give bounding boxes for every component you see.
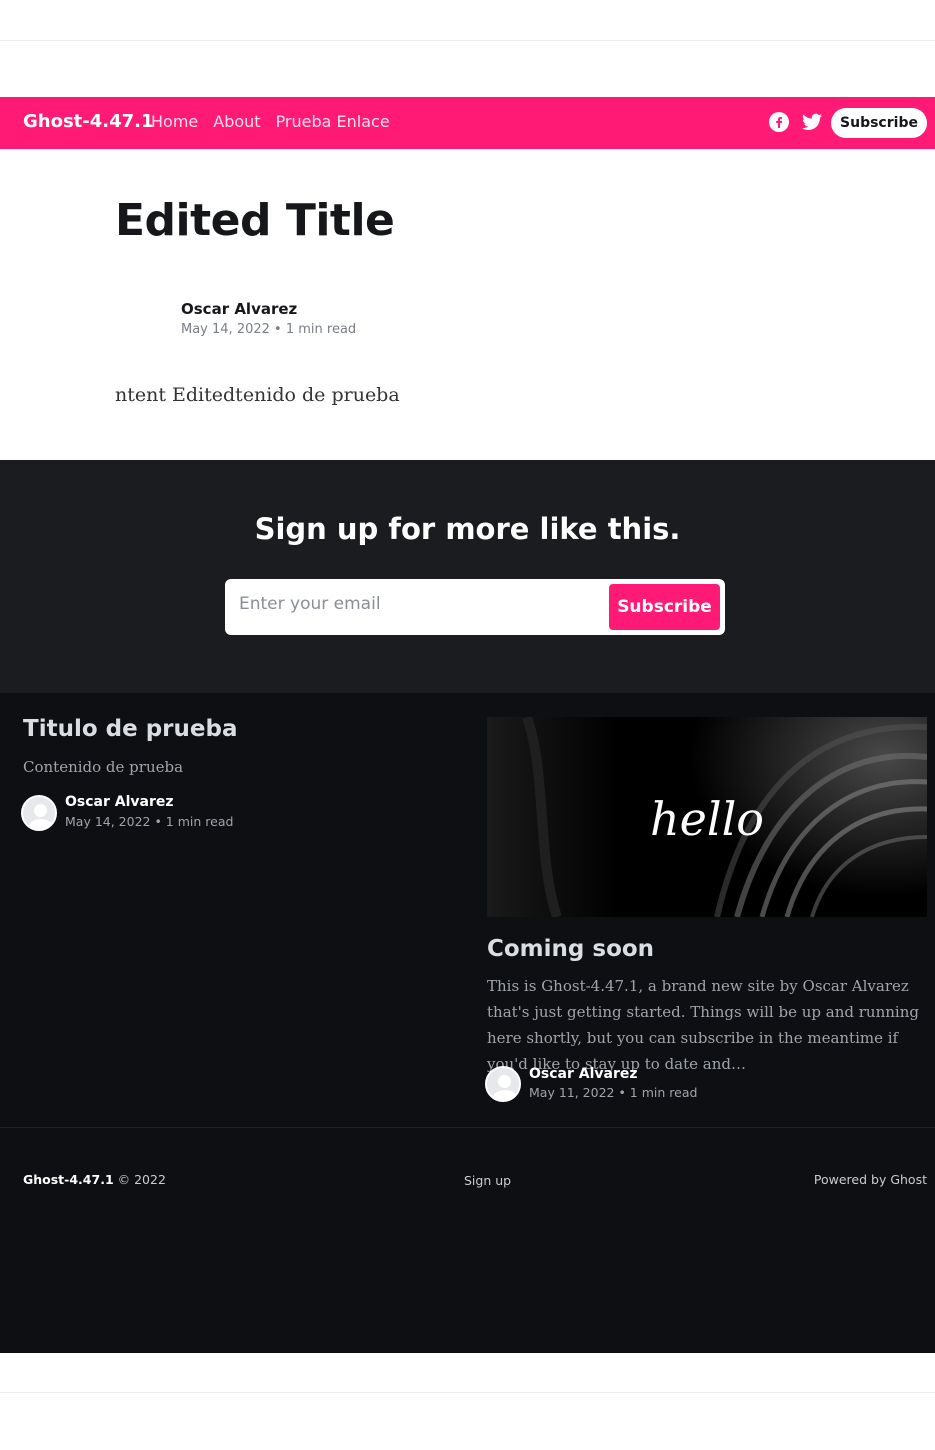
bottom-divider (0, 1392, 935, 1393)
site-header: Ghost-4.47.1 Home About Prueba Enlace Su… (0, 97, 935, 149)
footer-copyright: Ghost-4.47.1 © 2022 (23, 1172, 166, 1187)
top-divider (0, 40, 935, 41)
post-content: ntent Editedtenido de prueba (115, 384, 400, 406)
related-post-author-2[interactable]: Oscar Alvarez (529, 1066, 638, 1082)
email-input[interactable]: Enter your email (239, 594, 381, 614)
cta-title: Sign up for more like this. (254, 512, 681, 546)
twitter-icon[interactable] (801, 111, 823, 133)
related-post-title-2[interactable]: Coming soon (487, 936, 654, 962)
feature-image[interactable]: hello (487, 717, 927, 917)
signup-cta: Sign up for more like this. Enter your e… (0, 460, 935, 693)
avatar[interactable] (21, 795, 57, 831)
related-posts: Titulo de prueba Contenido de prueba Osc… (0, 693, 935, 1127)
main-nav: Home About Prueba Enlace (151, 112, 405, 131)
header-subscribe-button[interactable]: Subscribe (831, 108, 927, 138)
nav-item-home[interactable]: Home (151, 112, 198, 131)
facebook-icon[interactable] (768, 111, 790, 133)
related-post-author[interactable]: Oscar Alvarez (65, 794, 174, 810)
footer-signup-link[interactable]: Sign up (464, 1173, 511, 1188)
nav-item-about[interactable]: About (213, 112, 260, 131)
footer-copyright-year: © 2022 (117, 1172, 166, 1187)
nav-item-prueba-enlace[interactable]: Prueba Enlace (276, 112, 390, 131)
post-author-link[interactable]: Oscar Alvarez (181, 300, 297, 318)
cta-subscribe-button[interactable]: Subscribe (609, 584, 720, 630)
related-post-meta: May 14, 2022 • 1 min read (65, 814, 234, 829)
related-post-title[interactable]: Titulo de prueba (23, 716, 237, 742)
powered-by-ghost-link[interactable]: Powered by Ghost (814, 1172, 927, 1187)
post-title: Edited Title (115, 195, 395, 246)
feature-image-text: hello (650, 792, 764, 846)
related-post-excerpt: Contenido de prueba (23, 758, 184, 776)
site-logo-link[interactable]: Ghost-4.47.1 (23, 111, 154, 132)
avatar-2[interactable] (485, 1066, 521, 1102)
site-footer: Ghost-4.47.1 © 2022 Sign up Powered by G… (0, 1127, 935, 1353)
related-post-meta-2: May 11, 2022 • 1 min read (529, 1085, 698, 1100)
post-meta: May 14, 2022 • 1 min read (181, 322, 357, 337)
footer-site-link[interactable]: Ghost-4.47.1 (23, 1172, 114, 1187)
signup-form: Enter your email Subscribe (225, 579, 725, 635)
related-post-excerpt-2: This is Ghost-4.47.1, a brand new site b… (487, 977, 919, 1073)
